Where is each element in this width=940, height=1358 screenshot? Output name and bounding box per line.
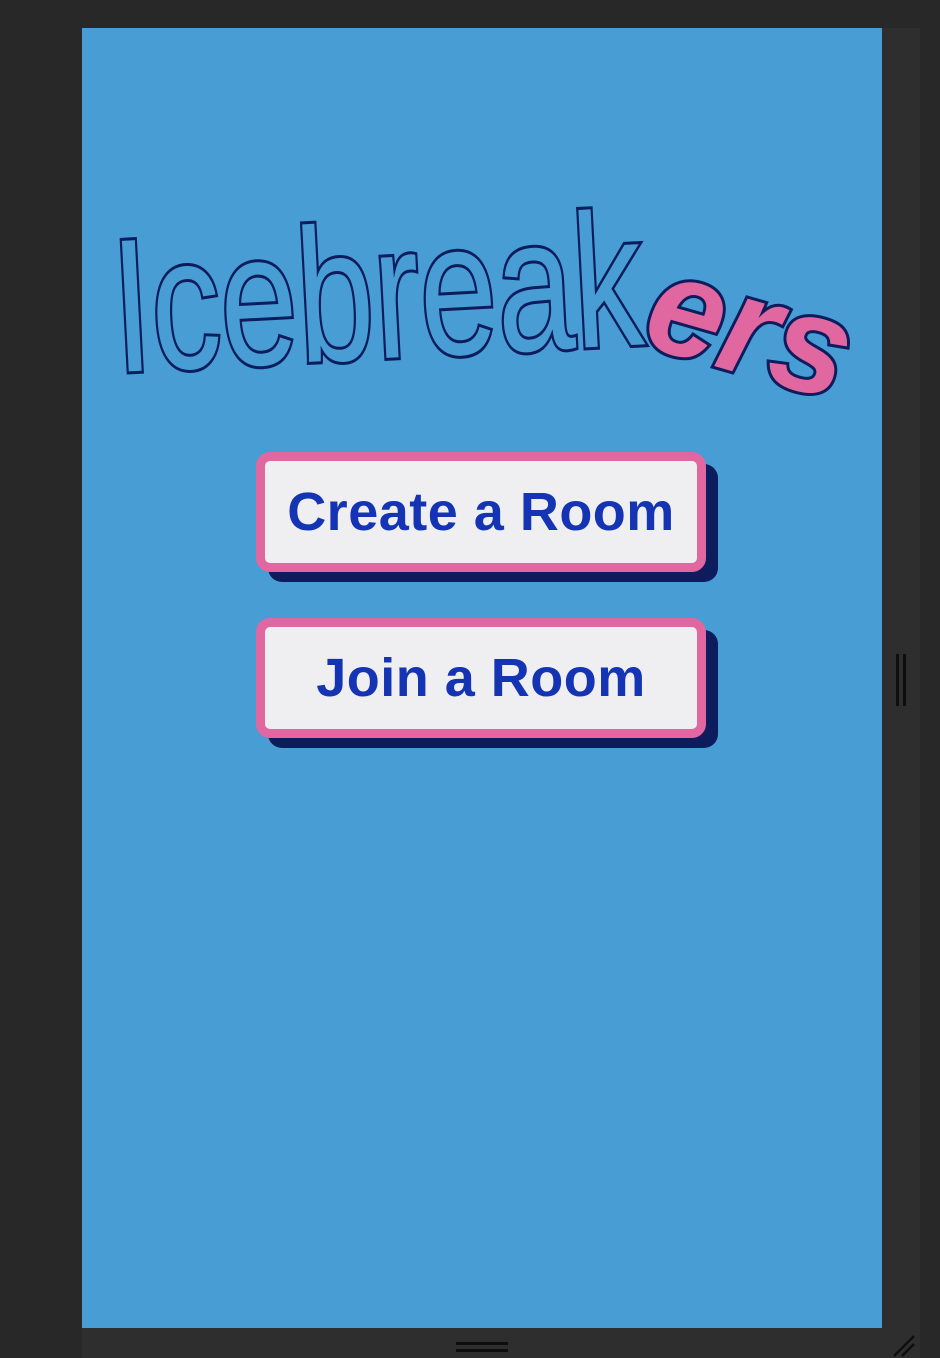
- join-room-button-wrap: Join a Room: [256, 618, 718, 748]
- app-logo: Icebreak ers: [82, 28, 882, 448]
- create-room-button-wrap: Create a Room: [256, 452, 718, 582]
- join-room-button[interactable]: Join a Room: [256, 618, 706, 738]
- vertical-grip-icon[interactable]: [896, 654, 908, 706]
- preview-workspace: Icebreak ers Create a Room Join a Room: [0, 0, 940, 1358]
- app-viewport: Icebreak ers Create a Room Join a Room: [82, 28, 882, 1328]
- create-room-button[interactable]: Create a Room: [256, 452, 706, 572]
- logo-text-icebreak: Icebreak: [107, 173, 648, 412]
- resize-corner-icon[interactable]: [888, 1332, 916, 1358]
- logo-text-ers: ers: [631, 222, 871, 429]
- horizontal-grip-icon[interactable]: [456, 1342, 508, 1356]
